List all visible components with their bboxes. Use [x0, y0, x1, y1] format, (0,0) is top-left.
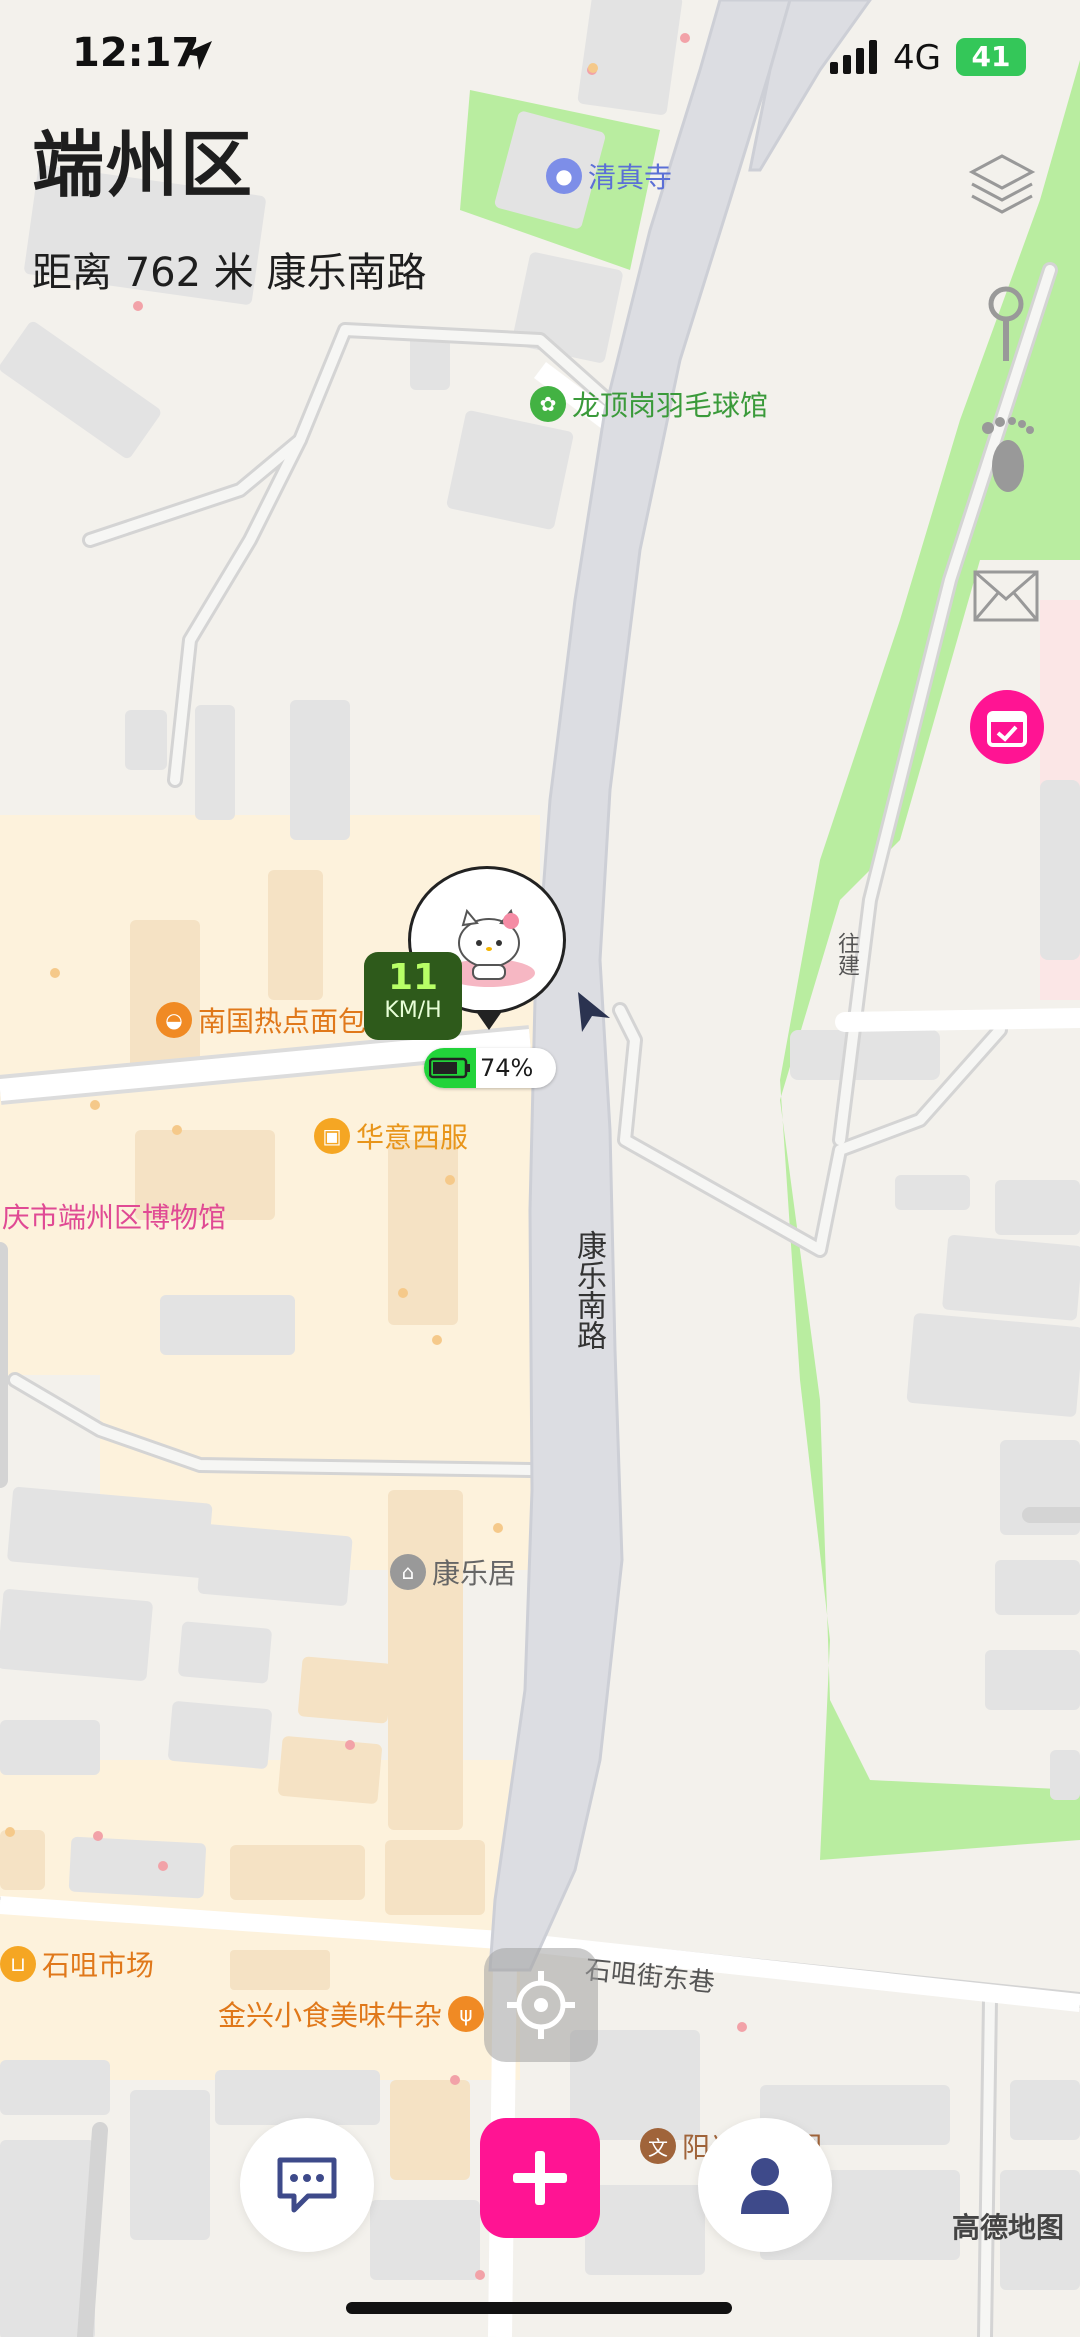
crosshair-icon [507, 1971, 575, 2039]
tracker-battery-level: 74% [480, 1054, 534, 1082]
residence-icon: ⌂ [390, 1554, 426, 1590]
poi-label: 石咀市场 [42, 1949, 155, 1982]
calendar-button[interactable] [970, 690, 1044, 764]
tracker-battery: 74% [424, 1048, 556, 1088]
cellular-signal-icon [830, 40, 877, 74]
chat-button[interactable] [240, 2118, 374, 2252]
restaurant-icon: ψ [448, 1996, 485, 2032]
status-bar: 12:17 4G 41 [0, 0, 1080, 120]
education-icon: 文 [640, 2128, 676, 2164]
shopping-bag-icon: ▣ [314, 1118, 350, 1154]
poi-label: 康乐居 [432, 1557, 517, 1590]
battery-level: 41 [971, 40, 1011, 73]
chat-icon [277, 2157, 337, 2213]
market-basket-icon: ⊔ [0, 1946, 36, 1982]
poi-qingzhen[interactable]: ● 清真寺 [546, 156, 672, 196]
poi-label: 龙顶岗羽毛球馆 [572, 389, 769, 422]
poi-badminton[interactable]: ✿ 龙顶岗羽毛球馆 [530, 384, 768, 424]
layers-icon [968, 154, 1036, 214]
location-arrow-icon [183, 41, 212, 70]
poi-huayi[interactable]: ▣ 华意西服 [314, 1116, 468, 1156]
poi-kangleju[interactable]: ⌂ 康乐居 [390, 1552, 516, 1592]
poi-label: 华意西服 [356, 1121, 469, 1154]
map-provider-logo: 高德地图 [952, 2211, 1065, 2244]
poi-market[interactable]: ⊔ 石咀市场 [0, 1944, 154, 1984]
battery-indicator: 41 [956, 38, 1026, 76]
calendar-check-icon [987, 711, 1027, 747]
pin-button[interactable] [970, 286, 1042, 362]
poi-museum[interactable]: 庆市端州区博物馆 [2, 1196, 226, 1236]
layers-button[interactable] [966, 150, 1038, 222]
bakery-icon: ◒ [156, 1002, 192, 1038]
speed-unit: KM/H [384, 998, 442, 1023]
district-title: 端州区 [32, 123, 255, 207]
battery-fill [424, 1048, 476, 1088]
speed-value: 11 [387, 957, 439, 998]
poi-label: 庆市端州区博物馆 [2, 1201, 227, 1234]
poi-label: 清真寺 [588, 161, 673, 194]
poi-jinxing[interactable]: 金兴小食美味牛杂 ψ [218, 1994, 490, 2034]
footprint-button[interactable] [970, 417, 1042, 492]
mail-icon [973, 570, 1039, 622]
battery-icon [429, 1057, 470, 1079]
mail-button[interactable] [970, 560, 1042, 632]
pin-icon [988, 286, 1024, 361]
footprint-icon [982, 417, 1034, 492]
speed-badge: 11 KM/H [364, 952, 462, 1040]
distance-line: 距离 762 米 康乐南路 [32, 250, 427, 296]
network-type: 4G [893, 38, 941, 78]
profile-button[interactable] [698, 2118, 832, 2252]
add-button[interactable] [480, 2118, 600, 2238]
poi-label: 金兴小食美味牛杂 [218, 1999, 443, 2032]
person-icon [741, 2158, 789, 2214]
badminton-icon: ✿ [530, 386, 566, 422]
navigation-arrow-icon [578, 992, 610, 1032]
home-indicator [346, 2302, 732, 2314]
road-label-wangjian: 往建 [834, 932, 859, 976]
road-label-kangle: 康乐南路 [571, 1230, 606, 1350]
poi-circle-icon: ● [546, 158, 582, 194]
locate-button[interactable] [484, 1948, 598, 2062]
poi-nanguo[interactable]: ◒ 南国热点面包 [156, 1000, 366, 1040]
poi-label: 南国热点面包 [198, 1005, 367, 1038]
plus-icon [513, 2151, 567, 2205]
avatar-pointer [475, 1010, 503, 1030]
